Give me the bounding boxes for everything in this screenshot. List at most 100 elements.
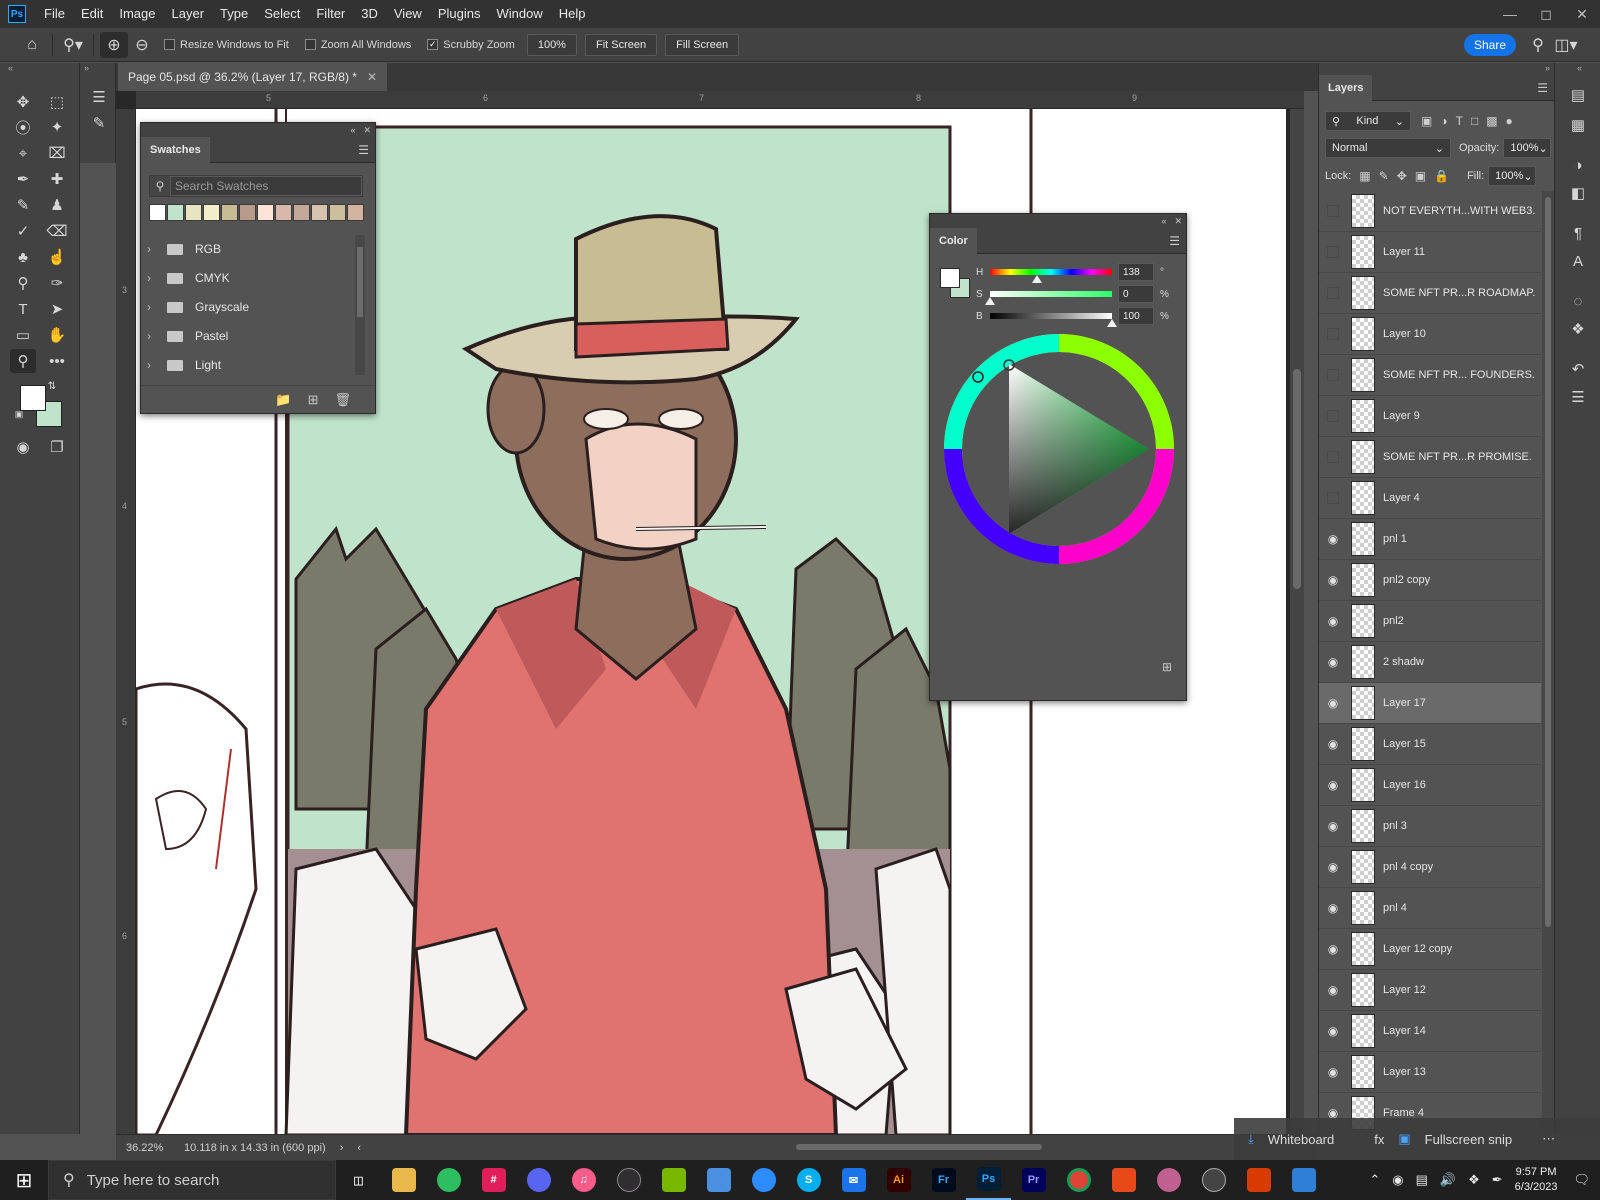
layer-row[interactable]: ◉ Layer 12 bbox=[1319, 970, 1541, 1011]
eraser-icon[interactable]: ⌫ bbox=[44, 219, 70, 243]
app-icon[interactable] bbox=[1101, 1160, 1146, 1200]
rectangle-tool-icon[interactable]: ▭ bbox=[10, 323, 36, 347]
hue-slider[interactable] bbox=[990, 269, 1112, 283]
magic-wand-icon[interactable]: ✦ bbox=[44, 115, 70, 139]
swatch-group-rgb[interactable]: › RGB bbox=[147, 235, 355, 263]
layer-row[interactable]: SOME NFT PR...R ROADMAP. bbox=[1319, 273, 1541, 314]
task-view-icon[interactable]: ◫ bbox=[336, 1160, 381, 1200]
vertical-scrollbar[interactable] bbox=[1290, 109, 1304, 1135]
layer-row[interactable]: ◉ Layer 13 bbox=[1319, 1052, 1541, 1093]
maximize-icon[interactable]: ◻ bbox=[1528, 0, 1564, 28]
layer-row[interactable]: ◉ pnl 1 bbox=[1319, 519, 1541, 560]
menu-view[interactable]: View bbox=[386, 0, 430, 28]
scrollbar-thumb[interactable] bbox=[1293, 369, 1301, 589]
swatch-chip[interactable] bbox=[293, 204, 310, 221]
resize-windows-checkbox[interactable]: Resize Windows to Fit bbox=[164, 39, 289, 51]
visibility-eye-icon[interactable]: ◉ bbox=[1319, 1024, 1347, 1038]
properties-panel-icon[interactable]: ☰ bbox=[1565, 385, 1591, 409]
layer-row[interactable]: ◉ pnl 4 copy bbox=[1319, 847, 1541, 888]
image-filter-icon[interactable]: ▣ bbox=[1421, 114, 1432, 128]
character-panel-icon[interactable]: A bbox=[1565, 249, 1591, 273]
menu-filter[interactable]: Filter bbox=[308, 0, 353, 28]
zoom-tool-preset-icon[interactable]: ⚲▾ bbox=[59, 32, 87, 58]
menu-help[interactable]: Help bbox=[551, 0, 594, 28]
panel-menu-icon[interactable]: ☰ bbox=[358, 143, 369, 157]
panel-titlebar[interactable]: «✕ bbox=[930, 214, 1186, 228]
trash-icon[interactable]: 🗑 bbox=[334, 392, 351, 408]
frame-tool-icon[interactable]: ⌧ bbox=[44, 141, 70, 165]
lock-artboard-icon[interactable]: ▣ bbox=[1415, 169, 1426, 183]
saturation-input[interactable]: 0 bbox=[1118, 285, 1154, 303]
swatch-chip[interactable] bbox=[239, 204, 256, 221]
lock-transparent-icon[interactable]: ▦ bbox=[1359, 169, 1370, 183]
lock-pixels-icon[interactable]: ✎ bbox=[1379, 169, 1389, 183]
minimize-icon[interactable]: — bbox=[1492, 0, 1528, 28]
network-icon[interactable]: ▤ bbox=[1416, 1172, 1428, 1188]
obs-icon[interactable] bbox=[606, 1160, 651, 1200]
swatch-scrollbar[interactable] bbox=[355, 235, 365, 375]
layer-row[interactable]: ◉ Layer 16 bbox=[1319, 765, 1541, 806]
webcam-icon[interactable]: ◉ bbox=[1392, 1172, 1403, 1188]
hand-tool-icon[interactable]: ✋ bbox=[44, 323, 70, 347]
fullscreen-snip-button[interactable]: Fullscreen snip bbox=[1425, 1132, 1512, 1147]
layer-row[interactable]: Layer 4 bbox=[1319, 478, 1541, 519]
lasso-tool-icon[interactable]: ⦿ bbox=[10, 115, 36, 139]
swatch-group-grayscale[interactable]: › Grayscale bbox=[147, 293, 355, 321]
fill-screen-button[interactable]: Fill Screen bbox=[665, 33, 740, 56]
layer-row[interactable]: Layer 10 bbox=[1319, 314, 1541, 355]
zoom-percent-button[interactable]: 100% bbox=[526, 33, 577, 56]
foreground-color-chip[interactable] bbox=[940, 268, 960, 288]
zoom-all-checkbox[interactable]: Zoom All Windows bbox=[304, 39, 411, 51]
collapse-icon[interactable]: » bbox=[1319, 63, 1554, 75]
chevron-right-icon[interactable]: › bbox=[340, 1142, 344, 1154]
close-tab-icon[interactable]: ✕ bbox=[367, 70, 377, 84]
swatch-chip[interactable] bbox=[167, 204, 184, 221]
premiere-icon[interactable]: Pr bbox=[1011, 1160, 1056, 1200]
panel-menu-icon[interactable]: ☰ bbox=[1537, 81, 1548, 95]
menu-image[interactable]: Image bbox=[111, 0, 163, 28]
photos-icon[interactable] bbox=[1281, 1160, 1326, 1200]
visibility-eye-icon[interactable]: ◉ bbox=[1319, 983, 1347, 997]
brightness-slider-knob[interactable] bbox=[1107, 319, 1117, 327]
layer-row[interactable]: ◉ Layer 12 copy bbox=[1319, 929, 1541, 970]
download-icon[interactable]: ⤓ bbox=[1248, 1131, 1254, 1147]
visibility-eye-icon[interactable]: ◉ bbox=[1319, 860, 1347, 874]
app-icon[interactable] bbox=[1236, 1160, 1281, 1200]
visibility-eye-icon[interactable]: ◉ bbox=[1319, 901, 1347, 915]
lock-position-icon[interactable]: ✥ bbox=[1397, 169, 1407, 183]
libraries-panel-icon[interactable]: ◧ bbox=[1565, 181, 1591, 205]
visibility-eye-icon[interactable]: ◉ bbox=[1319, 737, 1347, 751]
evernote-icon[interactable] bbox=[426, 1160, 471, 1200]
saturation-slider[interactable] bbox=[985, 291, 1112, 305]
layer-row[interactable]: SOME NFT PR... FOUNDERS. bbox=[1319, 355, 1541, 396]
zoom-app-icon[interactable] bbox=[741, 1160, 786, 1200]
swatch-chip[interactable] bbox=[329, 204, 346, 221]
type-tool-icon[interactable]: T bbox=[10, 297, 36, 321]
menu-file[interactable]: File bbox=[36, 0, 73, 28]
add-panel-icon[interactable]: ⊞ bbox=[1162, 660, 1172, 674]
layers-tab[interactable]: Layers bbox=[1319, 75, 1373, 101]
menu-3d[interactable]: 3D bbox=[353, 0, 386, 28]
visibility-toggle[interactable] bbox=[1327, 410, 1339, 422]
collapse-icon[interactable]: » bbox=[84, 63, 89, 73]
close-panel-icon[interactable]: ✕ bbox=[363, 125, 371, 136]
mail-icon[interactable]: ✉ bbox=[831, 1160, 876, 1200]
workspace-icon[interactable]: ◫▾ bbox=[1552, 32, 1580, 58]
visibility-toggle[interactable] bbox=[1327, 451, 1339, 463]
opacity-input[interactable]: 100% ⌄ bbox=[1503, 138, 1552, 158]
menu-edit[interactable]: Edit bbox=[73, 0, 111, 28]
screen-mode-icon[interactable]: ❐ bbox=[44, 435, 70, 459]
hue-slider-knob[interactable] bbox=[1032, 275, 1042, 283]
visibility-eye-icon[interactable]: ◉ bbox=[1319, 778, 1347, 792]
visibility-eye-icon[interactable]: ◉ bbox=[1319, 573, 1347, 587]
swatch-chip[interactable] bbox=[203, 204, 220, 221]
visibility-toggle[interactable] bbox=[1327, 328, 1339, 340]
notifications-icon[interactable]: 🗨 bbox=[1573, 1172, 1590, 1188]
zoom-readout[interactable]: 36.22% bbox=[126, 1142, 178, 1154]
brush-presets-icon[interactable]: ☰ bbox=[86, 85, 112, 109]
chrome-icon[interactable] bbox=[1056, 1160, 1101, 1200]
history-brush-icon[interactable]: ✓ bbox=[10, 219, 36, 243]
color-tab[interactable]: Color bbox=[930, 228, 977, 254]
collapse-icon[interactable]: « bbox=[1161, 216, 1166, 226]
layer-row[interactable]: Layer 11 bbox=[1319, 232, 1541, 273]
